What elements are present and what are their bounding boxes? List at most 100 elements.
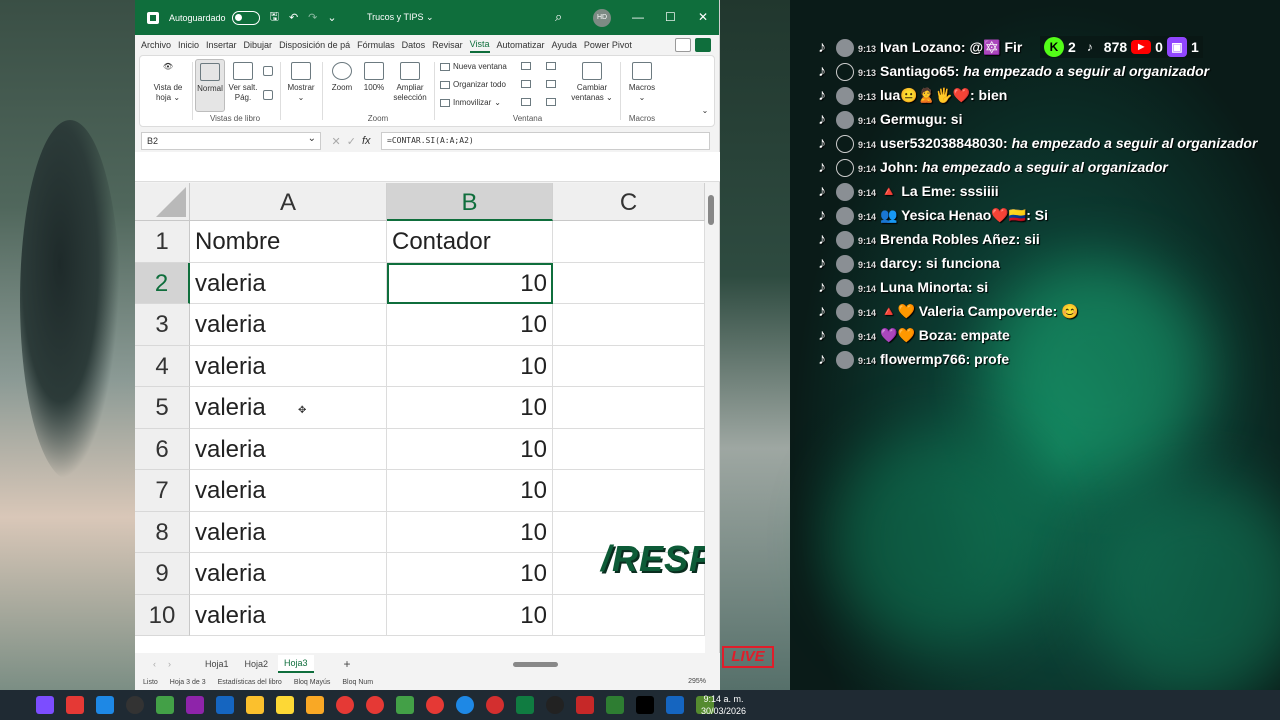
switch-windows-button[interactable]: Cambiar ventanas ⌄ [570,62,614,103]
cell-c[interactable] [553,387,705,429]
app-icon[interactable] [576,696,594,714]
row-header[interactable]: 6 [135,428,190,470]
app-icon[interactable] [96,696,114,714]
fx-icon[interactable]: fx [362,135,371,148]
select-all-corner[interactable] [135,183,190,221]
column-header-a[interactable]: A [190,183,387,221]
vista-de-hoja-button[interactable]: 👁 Vista de hoja ⌄ [146,62,190,103]
app-icon[interactable] [246,696,264,714]
tab-datos[interactable]: Datos [402,38,426,52]
cell-c[interactable] [553,470,705,512]
cell-b[interactable]: 10 [387,304,553,346]
save-icon[interactable]: 🖫 [270,8,279,27]
file-title[interactable]: Trucos y TIPS ⌄ [367,12,434,23]
cell-b[interactable]: 10 [387,387,553,429]
freeze-panes-button[interactable]: Inmovilizar ⌄ [440,98,501,107]
app-icon[interactable] [156,696,174,714]
add-sheet-button[interactable]: + [344,657,351,671]
tab-inicio[interactable]: Inicio [178,38,199,52]
column-header-c[interactable]: C [553,183,705,221]
cell-a[interactable]: valeria [190,511,387,553]
chrome-icon[interactable] [336,696,354,714]
comments-icon[interactable] [675,38,691,52]
tab-vista[interactable]: Vista [469,37,490,53]
zoom-button[interactable]: Zoom [328,62,356,93]
app-icon[interactable] [216,696,234,714]
normal-view-button[interactable]: Normal [195,59,225,112]
redo-icon[interactable]: ↷ [308,11,317,24]
cell-c[interactable] [553,221,705,263]
side-by-side-icon[interactable] [546,62,556,70]
app-icon[interactable] [456,696,474,714]
cell-a[interactable]: valeria [190,594,387,636]
cell-a[interactable]: valeria [190,428,387,470]
row-header[interactable]: 1 [135,221,190,263]
tab-insertar[interactable]: Insertar [206,38,237,52]
zoom-level[interactable]: 295% [688,678,706,685]
zoom-100-button[interactable]: 100% [360,62,388,93]
row-header[interactable]: 2 [135,262,190,304]
tab-archivo[interactable]: Archivo [141,38,171,52]
undo-icon[interactable]: ↶ [289,11,298,24]
collapse-ribbon-icon[interactable]: ⌄ [700,106,710,116]
chrome-icon[interactable] [366,696,384,714]
autosave-toggle[interactable] [231,10,260,25]
sheet-tab-hoja3[interactable]: Hoja3 [278,655,314,673]
avatar[interactable]: HD [593,9,611,27]
minimize-button[interactable]: — [632,10,644,24]
cell-c[interactable] [553,262,705,304]
app-icon[interactable] [36,696,54,714]
sync-scroll-icon[interactable] [546,80,556,88]
row-header[interactable]: 10 [135,594,190,636]
taskbar-clock[interactable]: 9:14 a. m. 30/03/2026 [701,693,746,717]
hide-icon[interactable] [521,80,531,88]
app-icon[interactable] [486,696,504,714]
cell-b[interactable]: 10 [387,553,553,595]
tab-power-pivot[interactable]: Power Pivot [584,38,632,52]
enter-icon[interactable]: ✓ [347,135,356,148]
row-header[interactable]: 4 [135,345,190,387]
cell-c[interactable] [553,345,705,387]
page-layout-icon[interactable] [261,66,275,79]
tab-formulas[interactable]: Fórmulas [357,38,395,52]
app-icon[interactable] [126,696,144,714]
word-icon[interactable] [666,696,684,714]
cell-a[interactable]: valeria [190,262,387,304]
cell-b[interactable]: 10 [387,470,553,512]
cell-b[interactable]: 10 [387,594,553,636]
tab-dibujar[interactable]: Dibujar [244,38,273,52]
app-icon[interactable] [186,696,204,714]
column-header-b[interactable]: B [387,183,553,221]
cell-b[interactable]: Contador [387,221,553,263]
cell-a[interactable]: valeria [190,304,387,346]
horizontal-scrollbar[interactable] [507,660,697,668]
share-icon[interactable] [695,38,711,52]
status-workbook-stats[interactable]: Estadísticas del libro [218,679,282,686]
tab-ayuda[interactable]: Ayuda [552,38,577,52]
excel-taskbar-icon[interactable] [516,696,534,714]
cancel-icon[interactable]: ✕ [332,135,341,148]
reset-position-icon[interactable] [546,98,556,106]
cell-c[interactable] [553,304,705,346]
spreadsheet-grid[interactable]: A B C 1 Nombre Contador 2 valeria 10 3 valeria 1… [135,183,705,653]
cell-a[interactable]: valeria [190,470,387,512]
cell-a[interactable]: Nombre [190,221,387,263]
new-window-button[interactable]: Nueva ventana [440,62,507,71]
sheet-tab-hoja1[interactable]: Hoja1 [199,656,235,672]
app-icon[interactable] [66,696,84,714]
prev-sheet-icon[interactable]: ‹ [153,659,156,669]
unhide-icon[interactable] [521,98,531,106]
cell-a[interactable]: valeria [190,345,387,387]
row-header[interactable]: 5 [135,387,190,429]
tiktok-taskbar-icon[interactable] [636,696,654,714]
row-header[interactable]: 3 [135,304,190,346]
cell-c[interactable] [553,428,705,470]
tab-disposicion[interactable]: Disposición de pá [279,38,350,52]
app-icon[interactable] [276,696,294,714]
cell-b[interactable]: 10 [387,511,553,553]
customize-qat-icon[interactable]: ⌄ [327,11,336,24]
custom-views-icon[interactable] [261,90,275,103]
app-icon[interactable] [396,696,414,714]
tab-revisar[interactable]: Revisar [432,38,463,52]
cell-b[interactable]: 10 [387,262,553,304]
